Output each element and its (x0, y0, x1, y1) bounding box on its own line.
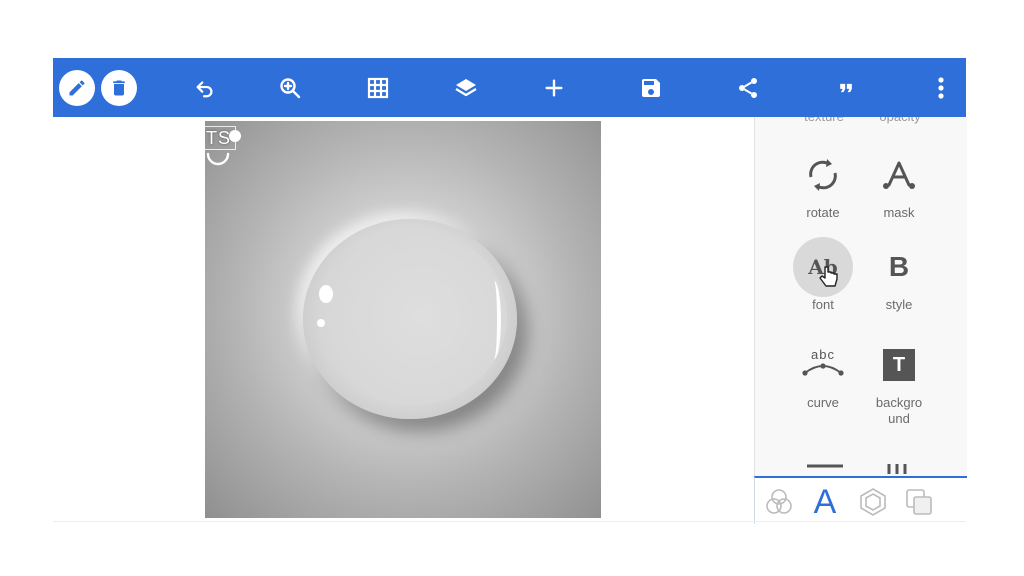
more-icon (938, 76, 944, 99)
rotate-handle-icon[interactable] (206, 150, 230, 170)
curve-arc-icon (802, 363, 844, 376)
delete-button[interactable] (101, 70, 137, 106)
editor-canvas[interactable] (205, 121, 601, 518)
panel-tabs: A (754, 476, 967, 524)
duplicate-icon (906, 489, 932, 515)
trash-icon (113, 80, 125, 96)
shape-icon (860, 488, 886, 516)
texture-label[interactable]: texture (784, 117, 864, 124)
hand-pointer-icon (819, 266, 838, 287)
tool-label: font (812, 297, 834, 312)
share-icon (739, 77, 757, 98)
divider (53, 521, 966, 522)
text-background-icon: T (883, 349, 915, 381)
text-tools-panel: texture opacity rotate mask Ab (754, 117, 967, 520)
text-icon: A (813, 483, 837, 521)
pencil-button[interactable] (59, 70, 95, 106)
tool-font[interactable]: Ab font (785, 237, 861, 313)
tab-text[interactable]: A (805, 482, 845, 522)
bold-icon: B (888, 251, 910, 282)
tool-mask[interactable]: mask (861, 145, 937, 221)
tool-label: rotate (806, 205, 840, 220)
selected-text-layer[interactable]: TS (206, 128, 231, 149)
undo-button[interactable] (187, 58, 223, 117)
grid-button[interactable] (360, 58, 396, 117)
tool-label: mask (883, 205, 915, 220)
save-icon (642, 78, 660, 97)
tool-label: curve (807, 395, 839, 410)
align-icon[interactable] (805, 462, 845, 474)
resize-handle[interactable] (229, 130, 241, 142)
layers-icon (455, 78, 477, 96)
tab-blend[interactable] (759, 482, 799, 522)
tool-rotate[interactable]: rotate (785, 145, 861, 221)
layers-button[interactable] (448, 58, 484, 117)
quote-button[interactable] (828, 58, 864, 117)
water-drop-image (303, 219, 517, 419)
tool-label: backgro und (875, 395, 923, 426)
share-button[interactable] (730, 58, 766, 117)
add-button[interactable] (536, 58, 572, 117)
plus-icon (545, 78, 563, 97)
more-button[interactable] (923, 58, 959, 117)
tab-shape[interactable] (853, 482, 893, 522)
blend-icon (766, 489, 792, 514)
grid-icon (367, 77, 389, 98)
zoom-icon (280, 77, 301, 98)
pencil-icon (69, 80, 85, 96)
spacing-icon[interactable] (883, 462, 923, 474)
zoom-button[interactable] (272, 58, 308, 117)
rotate-icon (809, 159, 837, 191)
tool-background[interactable]: T backgro und (861, 335, 937, 427)
tool-style[interactable]: B style (861, 237, 937, 313)
opacity-label[interactable]: opacity (860, 117, 940, 124)
mask-icon (883, 161, 915, 189)
tool-curve[interactable]: abc curve (785, 335, 861, 411)
tool-label: style (885, 297, 913, 312)
undo-icon (196, 80, 213, 97)
tab-duplicate[interactable] (899, 482, 939, 522)
quote-icon (840, 83, 852, 92)
top-toolbar (53, 58, 966, 117)
save-button[interactable] (633, 58, 669, 117)
